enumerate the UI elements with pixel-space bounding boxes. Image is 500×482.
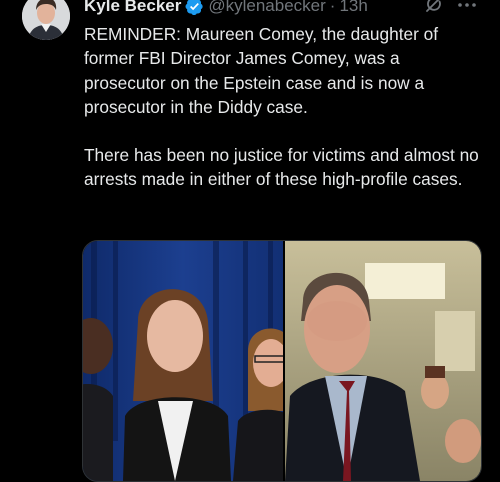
tweet-header: Kyle Becker @kylenabecker · 13h	[84, 0, 368, 18]
separator-dot: ·	[329, 0, 336, 15]
tweet[interactable]: Kyle Becker @kylenabecker · 13h REMINDER…	[0, 0, 500, 482]
media-photo-right[interactable]	[285, 241, 481, 481]
photo-woman-courtroom	[83, 241, 283, 481]
avatar[interactable]	[22, 0, 70, 40]
handle[interactable]: @kylenabecker	[208, 0, 325, 18]
tweet-paragraph-2: There has been no justice for victims an…	[84, 145, 479, 190]
media-photo-left[interactable]	[83, 241, 283, 481]
verified-badge-icon	[185, 0, 204, 16]
tweet-text: REMINDER: Maureen Comey, the daughter of…	[84, 22, 480, 192]
tweet-paragraph-1: REMINDER: Maureen Comey, the daughter of…	[84, 24, 439, 117]
grok-icon[interactable]	[423, 0, 445, 15]
timestamp[interactable]: 13h	[339, 0, 367, 18]
media-grid[interactable]	[82, 240, 482, 482]
display-name[interactable]: Kyle Becker	[84, 0, 181, 18]
avatar-image	[22, 0, 70, 40]
photo-man-hallway	[285, 241, 481, 481]
more-options-icon[interactable]	[455, 0, 479, 14]
